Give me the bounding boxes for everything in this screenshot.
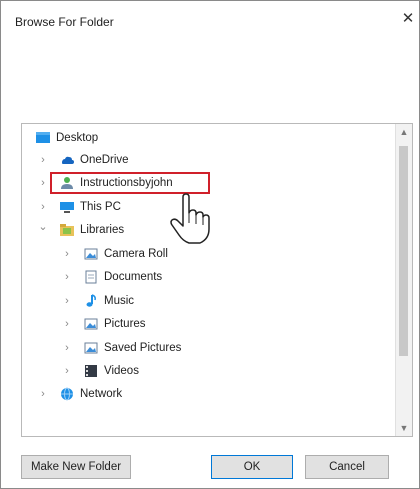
- scroll-thumb[interactable]: [399, 146, 408, 356]
- make-new-folder-button[interactable]: Make New Folder: [21, 455, 131, 479]
- videos-icon: [85, 365, 97, 377]
- close-icon[interactable]: ✕: [400, 9, 416, 29]
- tree-item-onedrive[interactable]: › OneDrive: [22, 150, 394, 170]
- chevron-right-icon[interactable]: ›: [62, 361, 72, 381]
- tree-item-camera-roll[interactable]: › Camera Roll: [22, 244, 394, 264]
- chevron-right-icon[interactable]: ›: [38, 150, 48, 170]
- tree-item-label: Pictures: [104, 318, 146, 330]
- tree-item-label: Camera Roll: [104, 248, 168, 260]
- chevron-right-icon[interactable]: ›: [38, 197, 48, 217]
- pictures-icon: [84, 318, 98, 330]
- tree-item-desktop[interactable]: Desktop: [22, 128, 394, 148]
- network-icon: [61, 387, 73, 401]
- pictures-icon: [84, 248, 98, 260]
- computer-icon: [60, 202, 74, 213]
- tree-item-videos[interactable]: › Videos: [22, 361, 394, 381]
- scroll-down-arrow-icon[interactable]: ▼: [396, 420, 412, 436]
- tree-item-label: Libraries: [80, 224, 125, 236]
- tree-item-saved-pictures[interactable]: › Saved Pictures: [22, 338, 394, 358]
- chevron-right-icon[interactable]: ›: [62, 291, 72, 311]
- browse-for-folder-dialog: Browse For Folder ✕ Desktop › OneDrive ›: [0, 0, 420, 489]
- tree-item-label: Network: [80, 388, 123, 400]
- folder-tree[interactable]: Desktop › OneDrive › Instructionsbyjohn …: [21, 123, 413, 437]
- tree-item-label: This PC: [80, 201, 121, 213]
- tree-item-music[interactable]: › Music: [22, 291, 394, 311]
- tree-item-label: Instructionsbyjohn: [80, 177, 173, 189]
- cancel-button[interactable]: Cancel: [305, 455, 389, 479]
- chevron-down-icon[interactable]: ⌄: [38, 217, 48, 237]
- chevron-right-icon[interactable]: ›: [62, 267, 72, 287]
- ok-button[interactable]: OK: [211, 455, 293, 479]
- tree-item-network[interactable]: › Network: [22, 384, 394, 404]
- desktop-icon: [36, 132, 50, 143]
- library-icon: [60, 224, 74, 236]
- chevron-right-icon[interactable]: ›: [38, 173, 48, 193]
- tree-item-user-folder[interactable]: › Instructionsbyjohn: [22, 173, 394, 193]
- tree-item-label: OneDrive: [80, 154, 129, 166]
- cloud-icon: [62, 156, 74, 164]
- tree-item-documents[interactable]: › Documents: [22, 267, 394, 287]
- tree-item-label: Videos: [104, 365, 139, 377]
- dialog-title: Browse For Folder: [15, 15, 114, 29]
- chevron-right-icon[interactable]: ›: [62, 338, 72, 358]
- chevron-right-icon[interactable]: ›: [62, 314, 72, 334]
- tree-item-label: Saved Pictures: [104, 342, 182, 354]
- tree-item-label: Documents: [104, 271, 163, 283]
- documents-icon: [85, 270, 97, 284]
- music-icon: [86, 294, 96, 307]
- chevron-right-icon[interactable]: ›: [38, 384, 48, 404]
- tree-item-pictures[interactable]: › Pictures: [22, 314, 394, 334]
- user-folder-icon: [61, 177, 73, 189]
- chevron-right-icon[interactable]: ›: [62, 244, 72, 264]
- scroll-up-arrow-icon[interactable]: ▲: [396, 124, 412, 140]
- tree-item-label: Desktop: [56, 132, 99, 144]
- hand-pointer-icon: [170, 193, 210, 244]
- tree-scrollbar[interactable]: ▲ ▼: [395, 124, 412, 436]
- tree-item-label: Music: [104, 295, 135, 307]
- pictures-icon: [84, 342, 98, 354]
